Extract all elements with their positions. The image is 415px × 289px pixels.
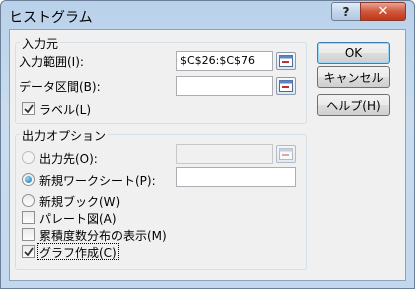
title-help-button[interactable]: ? [331,2,361,21]
input-range-label: 入力範囲(I): [19,55,84,69]
checkmark-icon [24,247,34,257]
output-range-label[interactable]: 出力先(O): [39,150,98,167]
output-group-legend: 出力オプション [20,127,109,144]
collapse-dialog-icon [279,148,293,160]
new-workbook-label[interactable]: 新規ブック(W) [39,193,120,210]
pareto-checkbox[interactable] [22,211,35,224]
ok-button[interactable]: OK [317,42,390,64]
cancel-button[interactable]: キャンセル [317,66,390,88]
labels-checkbox[interactable] [22,102,35,115]
input-range-value: $C$26:$C$76 [180,54,256,67]
close-button[interactable]: ✕ [360,2,406,21]
close-icon: ✕ [377,4,389,19]
focus-indicator [37,243,119,260]
help-button[interactable]: ヘルプ(H) [317,94,390,116]
cumulative-checkbox[interactable] [22,228,35,241]
output-range-collapse-button[interactable] [276,145,296,163]
bin-range-collapse-button[interactable] [276,77,296,95]
input-group-legend: 入力元 [20,35,61,52]
chart-output-checkbox[interactable] [22,245,35,258]
cumulative-label[interactable]: 累積度数分布の表示(M) [39,227,167,244]
input-range-collapse-button[interactable] [276,52,296,70]
dialog-title: ヒストグラム [9,10,93,26]
output-range-radio[interactable] [22,151,35,164]
pareto-label[interactable]: パレート図(A) [39,210,117,227]
bin-range-field[interactable] [176,76,273,96]
histogram-dialog: ヒストグラム ? ✕ 入力元 入力範囲(I): $C$26:$C$76 データ区… [0,0,415,289]
new-worksheet-label[interactable]: 新規ワークシート(P): [39,172,156,189]
labels-checkbox-label[interactable]: ラベル(L) [39,101,91,118]
collapse-dialog-icon [279,55,293,67]
output-range-field[interactable] [176,144,273,164]
dialog-body: 入力元 入力範囲(I): $C$26:$C$76 データ区間(B): ラベル(L… [9,29,406,281]
checkmark-icon [24,104,34,114]
new-worksheet-radio[interactable] [22,173,35,186]
new-workbook-radio[interactable] [22,194,35,207]
collapse-dialog-icon [279,80,293,92]
new-worksheet-name-field[interactable] [176,167,296,187]
question-icon: ? [342,4,350,19]
input-range-field[interactable]: $C$26:$C$76 [176,51,273,71]
radio-selected-dot [25,176,32,183]
bin-range-label: データ区間(B): [19,80,101,94]
